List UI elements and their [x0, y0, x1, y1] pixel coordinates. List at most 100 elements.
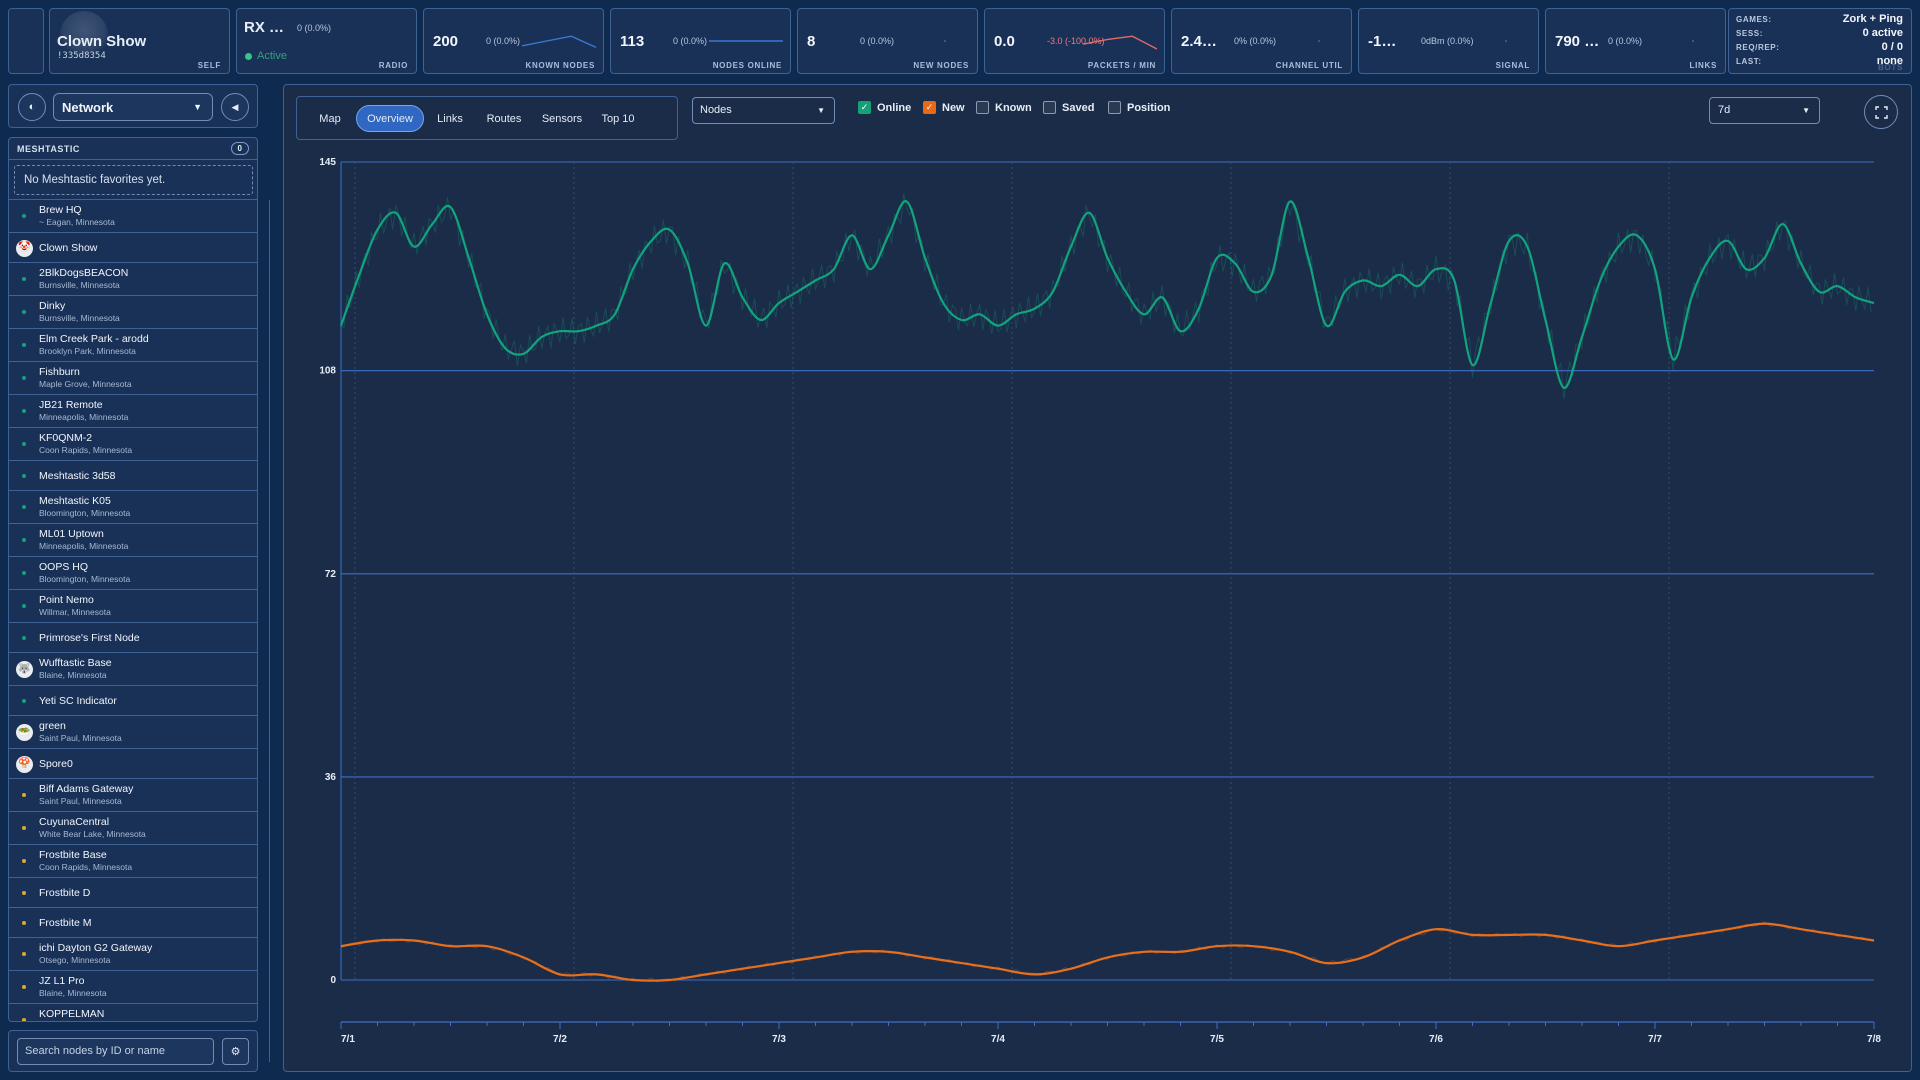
- node-list: Brew HQ ~ Eagan, Minnesota 🤡 Clown Show 2Blk…: [9, 199, 257, 1021]
- self-card[interactable]: Clown Show !335d8354 SELF: [49, 8, 230, 74]
- x-tick-label: 7/6: [1429, 1034, 1443, 1045]
- search-input[interactable]: Search nodes by ID or name: [17, 1038, 214, 1065]
- node-text: Brew HQ ~ Eagan, Minnesota: [39, 204, 115, 227]
- known-nodes-value: 200: [433, 33, 459, 50]
- node-list-item[interactable]: Primrose's First Node: [9, 622, 257, 652]
- node-list-item[interactable]: 🥗 green Saint Paul, Minnesota: [9, 715, 257, 748]
- node-name: KOPPELMAN: [39, 1008, 105, 1020]
- status-dot-icon: [22, 604, 26, 608]
- reqrep-row: REQ/REP: 0 / 0: [1736, 41, 1903, 53]
- node-list-item[interactable]: KF0QNM-2 Coon Rapids, Minnesota: [9, 427, 257, 460]
- theme-toggle-button[interactable]: ◐: [18, 93, 46, 121]
- last-key: LAST:: [1736, 57, 1762, 66]
- packets-per-min-card[interactable]: 0.0 -3.0 (-100.0%) PACKETS / MIN: [984, 8, 1165, 74]
- reqrep-value: 0 / 0: [1881, 41, 1903, 53]
- node-list-item[interactable]: Fishburn Maple Grove, Minnesota: [9, 361, 257, 394]
- node-list-panel[interactable]: MESHTASTIC 0 No Meshtastic favorites yet…: [8, 137, 258, 1022]
- fullscreen-icon: [1874, 105, 1888, 119]
- node-list-item[interactable]: Frostbite Base Coon Rapids, Minnesota: [9, 844, 257, 877]
- self-name: Clown Show: [57, 33, 147, 50]
- filter-saved[interactable]: Saved: [1043, 101, 1094, 114]
- games-key: GAMES:: [1736, 15, 1772, 24]
- node-list-item[interactable]: 🐺 Wufftastic Base Blaine, Minnesota: [9, 652, 257, 685]
- node-list-item[interactable]: Frostbite M: [9, 907, 257, 937]
- time-range-select[interactable]: 7d ▼: [1709, 97, 1820, 124]
- tab-map[interactable]: Map: [309, 105, 351, 132]
- node-list-item[interactable]: Yeti SC Indicator: [9, 685, 257, 715]
- meshtastic-header: MESHTASTIC 0: [9, 138, 257, 160]
- tab-routes[interactable]: Routes: [479, 105, 529, 132]
- checkbox-icon[interactable]: [1043, 101, 1056, 114]
- node-name: JZ L1 Pro: [39, 975, 85, 987]
- node-list-item[interactable]: Elm Creek Park - arodd Brooklyn Park, Min…: [9, 328, 257, 361]
- node-list-item[interactable]: Meshtastic K05 Bloomington, Minnesota: [9, 490, 257, 523]
- bots-card[interactable]: GAMES: Zork + Ping SESS: 0 active REQ/RE…: [1728, 8, 1912, 74]
- node-list-item[interactable]: ichi Dayton G2 Gateway Otsego, Minnesota: [9, 937, 257, 970]
- search-settings-button[interactable]: ⚙: [222, 1038, 249, 1065]
- node-list-item[interactable]: Meshtastic 3d58: [9, 460, 257, 490]
- node-text: KOPPELMANEden Prairie, Minnesota: [39, 1008, 130, 1021]
- node-list-item[interactable]: OOPS HQ Bloomington, Minnesota: [9, 556, 257, 589]
- node-location: Coon Rapids, Minnesota: [39, 445, 133, 455]
- filter-known[interactable]: Known: [976, 101, 1032, 114]
- node-list-item[interactable]: ML01 Uptown Minneapolis, Minnesota: [9, 523, 257, 556]
- checkbox-checked-icon[interactable]: ✓: [858, 101, 871, 114]
- metric-select[interactable]: Nodes ▼: [692, 97, 835, 124]
- menu-card[interactable]: [8, 8, 44, 74]
- node-name: Brew HQ: [39, 204, 82, 216]
- node-list-item[interactable]: Biff Adams Gateway Saint Paul, Minnesota: [9, 778, 257, 811]
- known-nodes-card[interactable]: 200 0 (0.0%) KNOWN NODES: [423, 8, 604, 74]
- node-name: Frostbite Base: [39, 849, 107, 861]
- checkbox-icon[interactable]: [976, 101, 989, 114]
- node-list-item[interactable]: Frostbite D: [9, 877, 257, 907]
- main-panel: 0 36 72 108 145 7/1 7/2 7/3 7/4 7/5 7/6 7/7 7/8 Map …: [283, 84, 1912, 1072]
- node-list-item[interactable]: JZ L1 Pro Blaine, Minnesota: [9, 970, 257, 1003]
- node-text: Meshtastic K05 Bloomington, Minnesota: [39, 495, 130, 518]
- nodes-online-card[interactable]: 113 0 (0.0%) NODES ONLINE: [610, 8, 791, 74]
- node-list-item[interactable]: Dinky Burnsville, Minnesota: [9, 295, 257, 328]
- node-list-item[interactable]: 🤡 Clown Show: [9, 232, 257, 262]
- channel-util-sparkline-dot: [1318, 40, 1320, 42]
- node-list-item[interactable]: JB21 Remote Minneapolis, Minnesota: [9, 394, 257, 427]
- node-list-item[interactable]: 🍄 Spore0: [9, 748, 257, 778]
- time-range-value: 7d: [1718, 104, 1731, 116]
- node-location: Otsego, Minnesota: [39, 955, 111, 965]
- node-name: Biff Adams Gateway: [39, 783, 134, 795]
- node-list-item[interactable]: 2BlkDogsBEACON Burnsville, Minnesota: [9, 262, 257, 295]
- collapse-sidebar-button[interactable]: ◀: [221, 93, 249, 121]
- network-select[interactable]: Network ▼: [53, 93, 213, 121]
- links-card[interactable]: 790 … 0 (0.0%) LINKS: [1545, 8, 1726, 74]
- new-nodes-sparkline-dot: [944, 40, 946, 42]
- node-name: green: [39, 720, 66, 732]
- channel-util-card[interactable]: 2.4… 0% (0.0%) CHANNEL UTIL: [1171, 8, 1352, 74]
- radio-card[interactable]: RX … 0 (0.0%) Active RADIO: [236, 8, 417, 74]
- filter-online[interactable]: ✓ Online: [858, 101, 911, 114]
- overview-chart: 0 36 72 108 145 7/1 7/2 7/3 7/4 7/5 7/6 7/7 7/8: [319, 157, 1881, 1045]
- checkbox-icon[interactable]: [1108, 101, 1121, 114]
- node-text: 2BlkDogsBEACON Burnsville, Minnesota: [39, 267, 128, 290]
- panel-splitter[interactable]: [269, 200, 270, 1062]
- node-list-item[interactable]: Brew HQ ~ Eagan, Minnesota: [9, 199, 257, 232]
- tab-overview[interactable]: Overview: [356, 105, 424, 132]
- new-nodes-card[interactable]: 8 0 (0.0%) NEW NODES: [797, 8, 978, 74]
- node-list-item[interactable]: KOPPELMANEden Prairie, Minnesota: [9, 1003, 257, 1021]
- checkbox-checked-icon[interactable]: ✓: [923, 101, 936, 114]
- nodes-online-sparkline: [709, 40, 783, 42]
- node-name: Elm Creek Park - arodd: [39, 333, 149, 345]
- tab-sensors[interactable]: Sensors: [535, 105, 589, 132]
- node-name: Wufftastic Base: [39, 657, 112, 669]
- node-list-item[interactable]: CuyunaCentral White Bear Lake, Minnesota: [9, 811, 257, 844]
- node-location: Saint Paul, Minnesota: [39, 796, 122, 806]
- tab-links[interactable]: Links: [429, 105, 471, 132]
- filter-new[interactable]: ✓ New: [923, 101, 965, 114]
- tab-top-10[interactable]: Top 10: [594, 105, 642, 132]
- status-dot-icon: [22, 635, 26, 640]
- signal-card[interactable]: -1… 0dBm (0.0%) SIGNAL: [1358, 8, 1539, 74]
- filter-position[interactable]: Position: [1108, 101, 1170, 114]
- node-text: Point Nemo Willmar, Minnesota: [39, 594, 111, 617]
- node-text: Wufftastic Base Blaine, Minnesota: [39, 657, 112, 680]
- y-tick-label: 72: [325, 569, 337, 580]
- node-list-item[interactable]: Point Nemo Willmar, Minnesota: [9, 589, 257, 622]
- node-name: Clown Show: [39, 241, 98, 254]
- fullscreen-button[interactable]: [1864, 95, 1898, 129]
